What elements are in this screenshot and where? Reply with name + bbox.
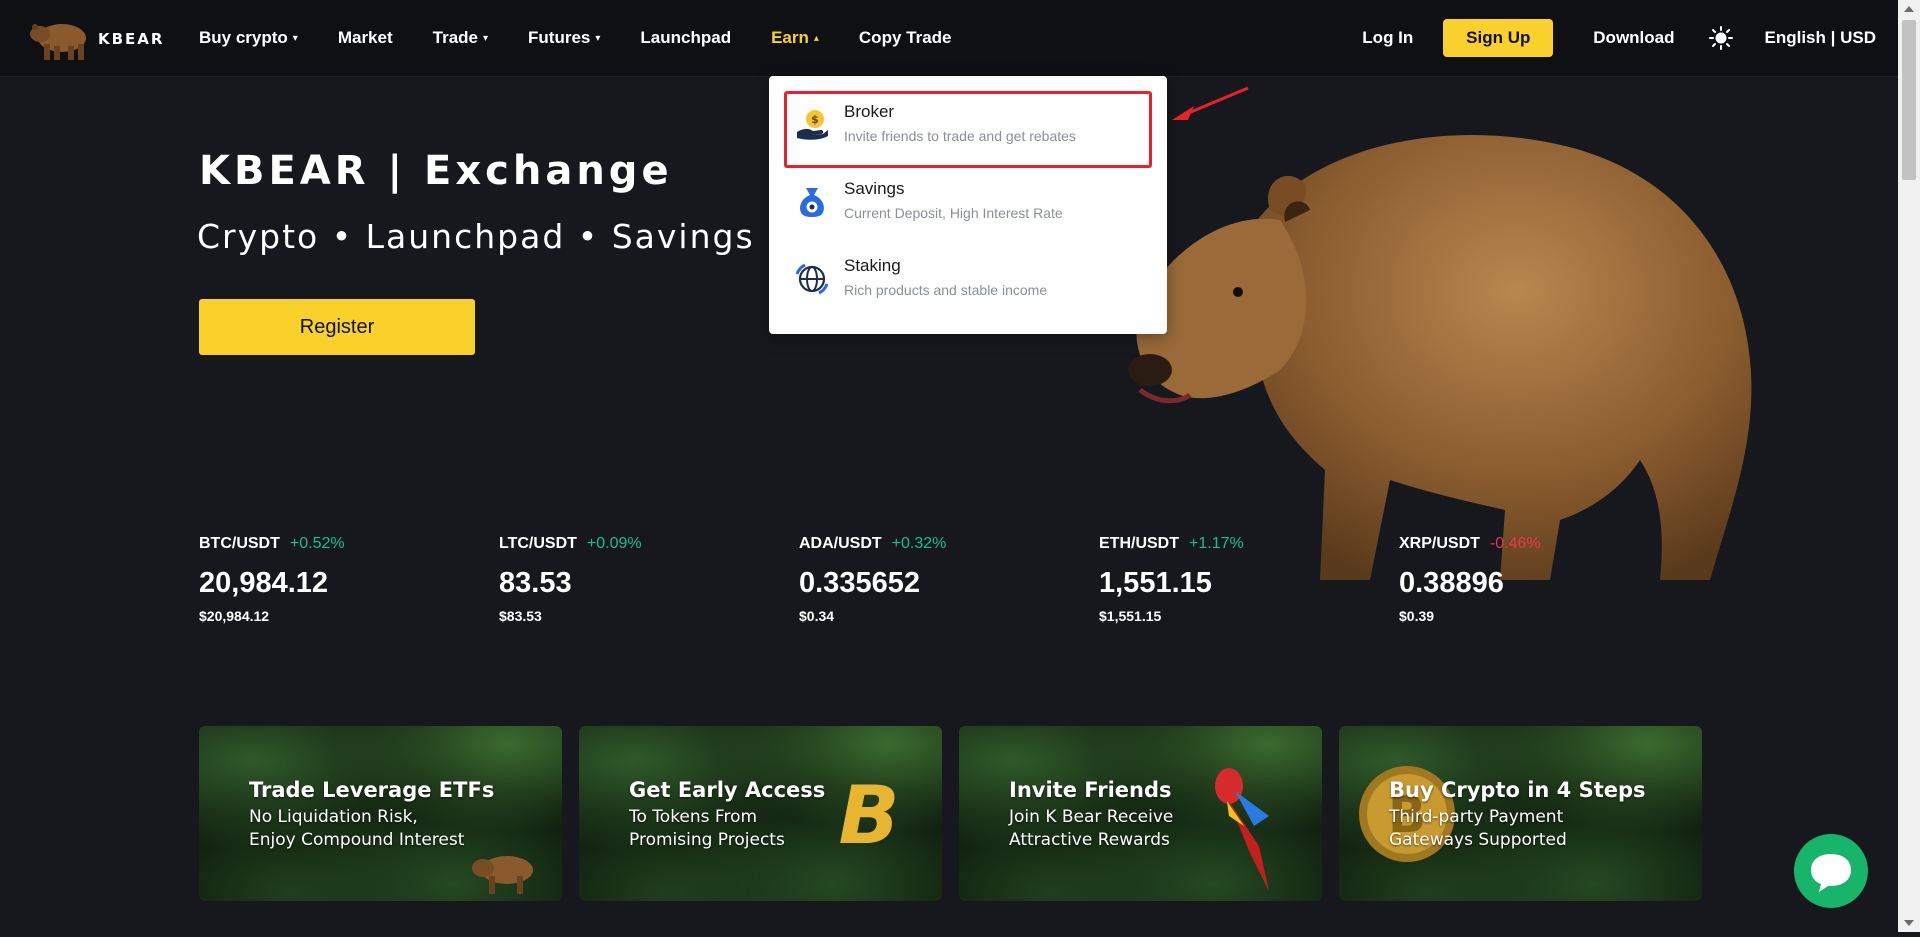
register-button[interactable]: Register: [199, 299, 475, 355]
ticker-price: 20,984.12: [199, 567, 329, 599]
banner-title: Buy Crypto in 4 Steps: [1389, 778, 1646, 802]
banner-buy-crypto[interactable]: B Buy Crypto in 4 Steps Third-party Paym…: [1339, 726, 1702, 901]
language-currency-selector[interactable]: English | USD: [1765, 28, 1877, 48]
banner-early-access[interactable]: Get Early Access To Tokens From Promisin…: [579, 726, 942, 901]
banner-line: No Liquidation Risk,: [249, 807, 418, 827]
chat-bubble-icon: [1811, 854, 1851, 892]
banner-title: Get Early Access: [629, 778, 826, 802]
download-link[interactable]: Download: [1593, 28, 1674, 48]
ticker-pair: XRP/USDT: [1399, 535, 1480, 552]
ticker-price: 1,551.15: [1099, 567, 1212, 599]
nav-market[interactable]: Market: [338, 28, 393, 48]
ticker-pair: LTC/USDT: [499, 535, 577, 552]
ticker-price: 0.335652: [799, 567, 920, 599]
caret-down-icon: ▾: [292, 32, 298, 44]
logo-text: KBEAR: [98, 30, 165, 48]
menu-item-desc: Rich products and stable income: [844, 282, 1048, 298]
ticker-change: +0.32%: [891, 535, 947, 552]
nav-label: Buy crypto: [199, 28, 288, 47]
ticker-ada[interactable]: ADA/USDT +0.32% 0.335652 $0.34: [799, 535, 1079, 624]
ticker-usd-price: $1,551.15: [1099, 608, 1162, 624]
nav-copy-trade[interactable]: Copy Trade: [859, 28, 952, 48]
bear-illustration: [1120, 110, 1770, 590]
chat-button[interactable]: [1794, 834, 1868, 908]
ticker-pair: ADA/USDT: [799, 535, 882, 552]
nav-futures[interactable]: Futures ▾: [528, 28, 600, 48]
bitcoin-icon: B: [839, 771, 900, 861]
ticker-pair: ETH/USDT: [1099, 535, 1179, 552]
banner-line: Third-party Payment: [1389, 807, 1564, 827]
banner-line: Enjoy Compound Interest: [249, 830, 465, 850]
globe-icon: [795, 262, 829, 296]
caret-down-icon: ▾: [595, 32, 601, 44]
top-navbar: KBEAR Buy crypto ▾ Market Trade ▾ Future…: [0, 0, 1898, 77]
hero-title: KBEAR | Exchange: [199, 148, 673, 194]
ticker-usd-price: $83.53: [499, 608, 542, 624]
banner-line: Attractive Rewards: [1009, 830, 1170, 850]
menu-item-desc: Current Deposit, High Interest Rate: [844, 205, 1063, 221]
ticker-change: +1.17%: [1189, 535, 1244, 552]
nav-buy-crypto[interactable]: Buy crypto ▾: [199, 28, 298, 48]
account-nav: Log In Sign Up Download English | USD: [1362, 0, 1898, 76]
banner-line: To Tokens From: [629, 807, 758, 827]
menu-item-staking[interactable]: Staking Rich products and stable income: [769, 242, 1167, 318]
scroll-down-arrow-icon[interactable]: [1898, 914, 1920, 932]
hero-subtitle: Crypto • Launchpad • Savings: [197, 217, 755, 256]
banner-line: Promising Projects: [629, 830, 785, 850]
menu-item-savings[interactable]: Savings Current Deposit, High Interest R…: [769, 165, 1167, 241]
nav-label: Launchpad: [640, 28, 732, 47]
money-bag-icon: [795, 185, 829, 219]
ticker-pair: BTC/USDT: [199, 535, 280, 552]
menu-item-title: Savings: [844, 179, 905, 198]
banner-invite-friends[interactable]: Invite Friends Join K Bear Receive Attra…: [959, 726, 1322, 901]
ticker-eth[interactable]: ETH/USDT +1.17% 1,551.15 $1,551.15: [1099, 535, 1379, 624]
signup-button[interactable]: Sign Up: [1443, 19, 1554, 57]
ticker-change: -0.46%: [1489, 535, 1541, 552]
logo[interactable]: KBEAR: [26, 14, 164, 64]
ticker-row: BTC/USDT +0.52% 20,984.12 $20,984.12 LTC/…: [199, 535, 1699, 635]
nav-launchpad[interactable]: Launchpad: [640, 28, 731, 48]
annotation-arrow-icon: [1172, 86, 1250, 122]
banner-line: Gateways Supported: [1389, 830, 1567, 850]
bear-icon: [472, 856, 533, 894]
nav-label: Futures: [528, 28, 591, 47]
caret-up-icon: ▴: [813, 32, 819, 44]
scroll-thumb[interactable]: [1902, 20, 1916, 180]
highlight-box: [784, 91, 1152, 168]
ticker-btc[interactable]: BTC/USDT +0.52% 20,984.12 $20,984.12: [199, 535, 479, 624]
nav-earn[interactable]: Earn ▴: [771, 28, 819, 48]
main-nav: Buy crypto ▾ Market Trade ▾ Futures ▾ La…: [199, 0, 992, 76]
svg-text:B: B: [839, 771, 900, 861]
page-scrollbar[interactable]: [1898, 0, 1920, 932]
ticker-usd-price: $20,984.12: [199, 608, 270, 624]
ticker-change: +0.52%: [289, 535, 345, 552]
banner-leverage-etfs[interactable]: Trade Leverage ETFs No Liquidation Risk,…: [199, 726, 562, 901]
ticker-price: 83.53: [499, 567, 572, 599]
nav-label: Earn: [771, 28, 809, 47]
banner-line: Join K Bear Receive: [1009, 807, 1174, 827]
caret-down-icon: ▾: [483, 32, 489, 44]
banner-title: Invite Friends: [1009, 778, 1172, 802]
sun-icon[interactable]: [1708, 26, 1733, 50]
promo-banners: Trade Leverage ETFs No Liquidation Risk,…: [199, 726, 1702, 901]
ticker-usd-price: $0.34: [799, 608, 835, 624]
banner-title: Trade Leverage ETFs: [249, 778, 495, 802]
ticker-price: 0.38896: [1399, 567, 1504, 599]
ticker-change: +0.09%: [586, 535, 642, 552]
menu-item-title: Staking: [844, 256, 901, 275]
nav-label: Market: [337, 28, 393, 47]
login-link[interactable]: Log In: [1362, 28, 1413, 48]
ticker-ltc[interactable]: LTC/USDT +0.09% 83.53 $83.53: [499, 535, 779, 624]
ticker-usd-price: $0.39: [1399, 608, 1435, 624]
parrot-icon: [1215, 768, 1269, 891]
nav-label: Trade: [432, 28, 478, 47]
scroll-up-arrow-icon[interactable]: [1898, 0, 1920, 18]
bear-logo-icon: [26, 14, 96, 64]
nav-label: Copy Trade: [858, 28, 952, 47]
nav-trade[interactable]: Trade ▾: [433, 28, 488, 48]
ticker-xrp[interactable]: XRP/USDT -0.46% 0.38896 $0.39: [1399, 535, 1679, 624]
